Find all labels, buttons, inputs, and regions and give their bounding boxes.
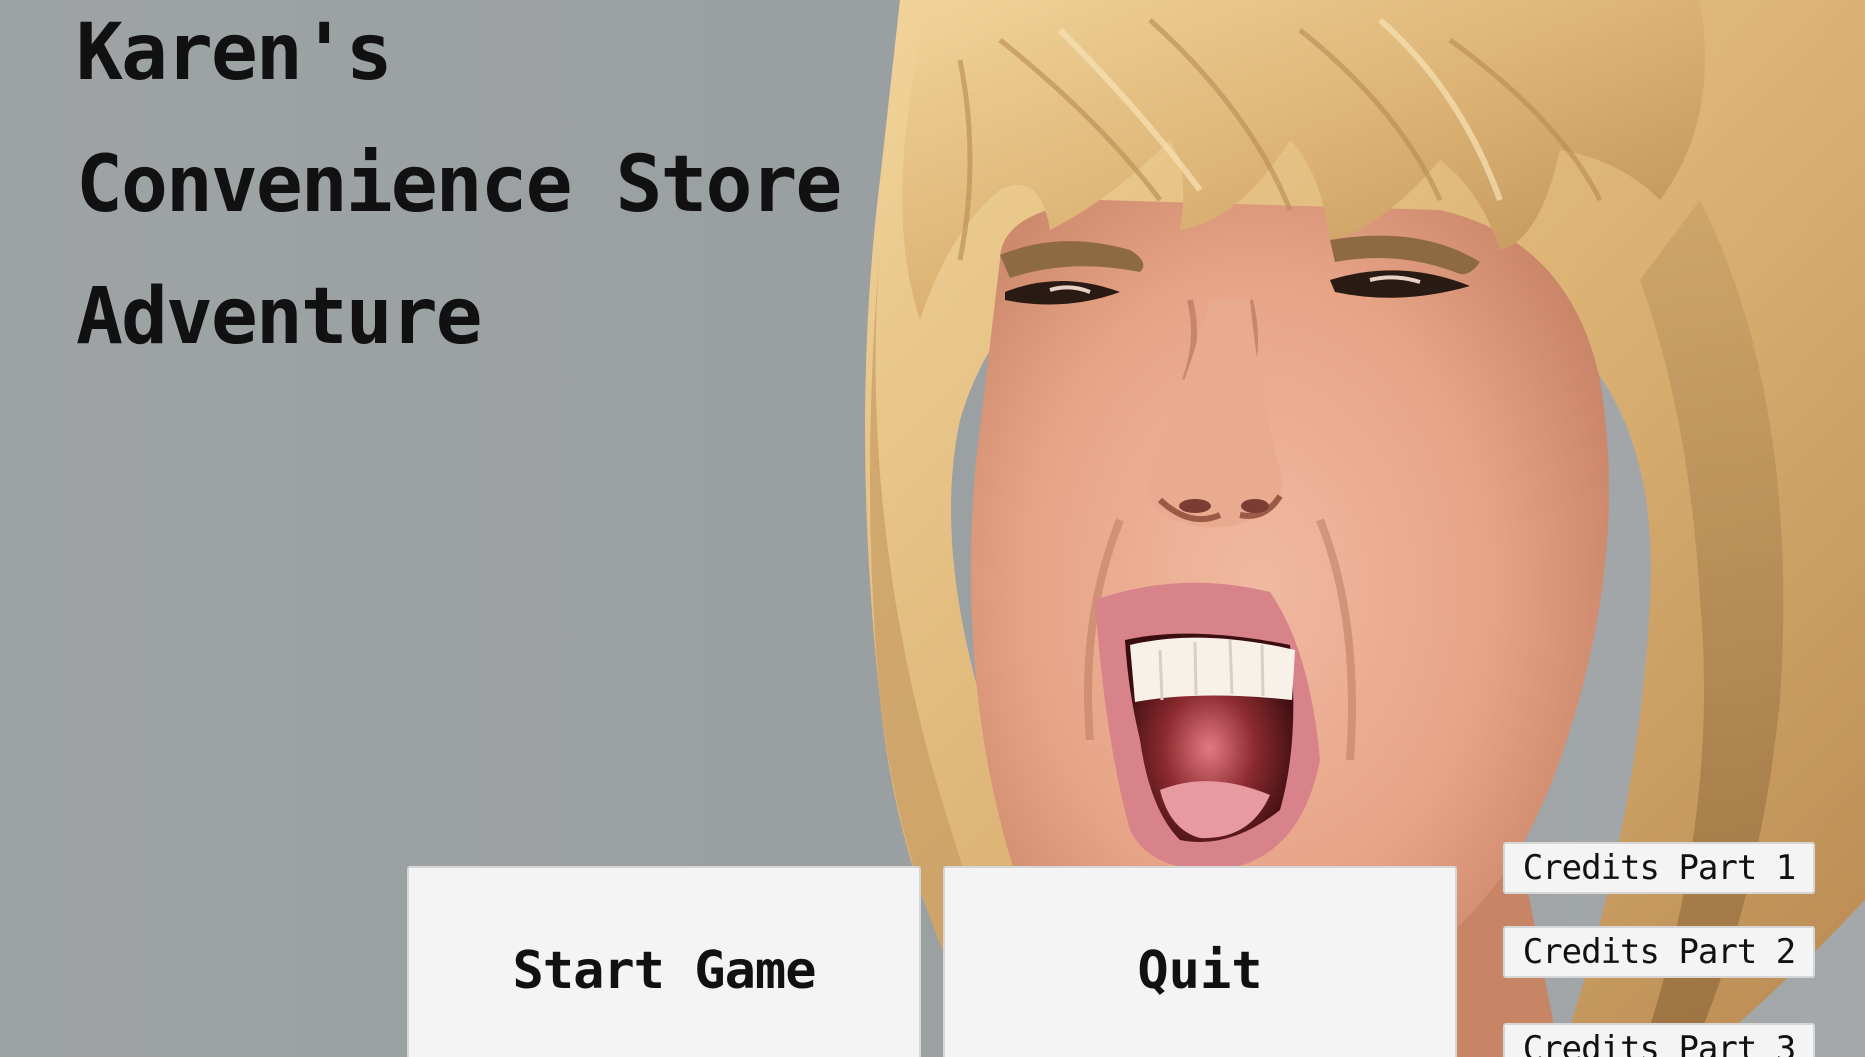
credits-part-2-button[interactable]: Credits Part 2 bbox=[1503, 926, 1815, 978]
start-game-button[interactable]: Start Game bbox=[407, 866, 921, 1057]
game-title-line-3: Adventure bbox=[76, 272, 483, 362]
title-screen: Karen's Convenience Store Adventure Star… bbox=[0, 0, 1865, 1057]
game-title-line-1: Karen's bbox=[76, 8, 393, 98]
game-title-line-2: Convenience Store bbox=[76, 140, 842, 230]
credits-part-3-button[interactable]: Credits Part 3 bbox=[1503, 1023, 1815, 1057]
quit-button[interactable]: Quit bbox=[943, 866, 1457, 1057]
credits-part-1-button[interactable]: Credits Part 1 bbox=[1503, 842, 1815, 894]
